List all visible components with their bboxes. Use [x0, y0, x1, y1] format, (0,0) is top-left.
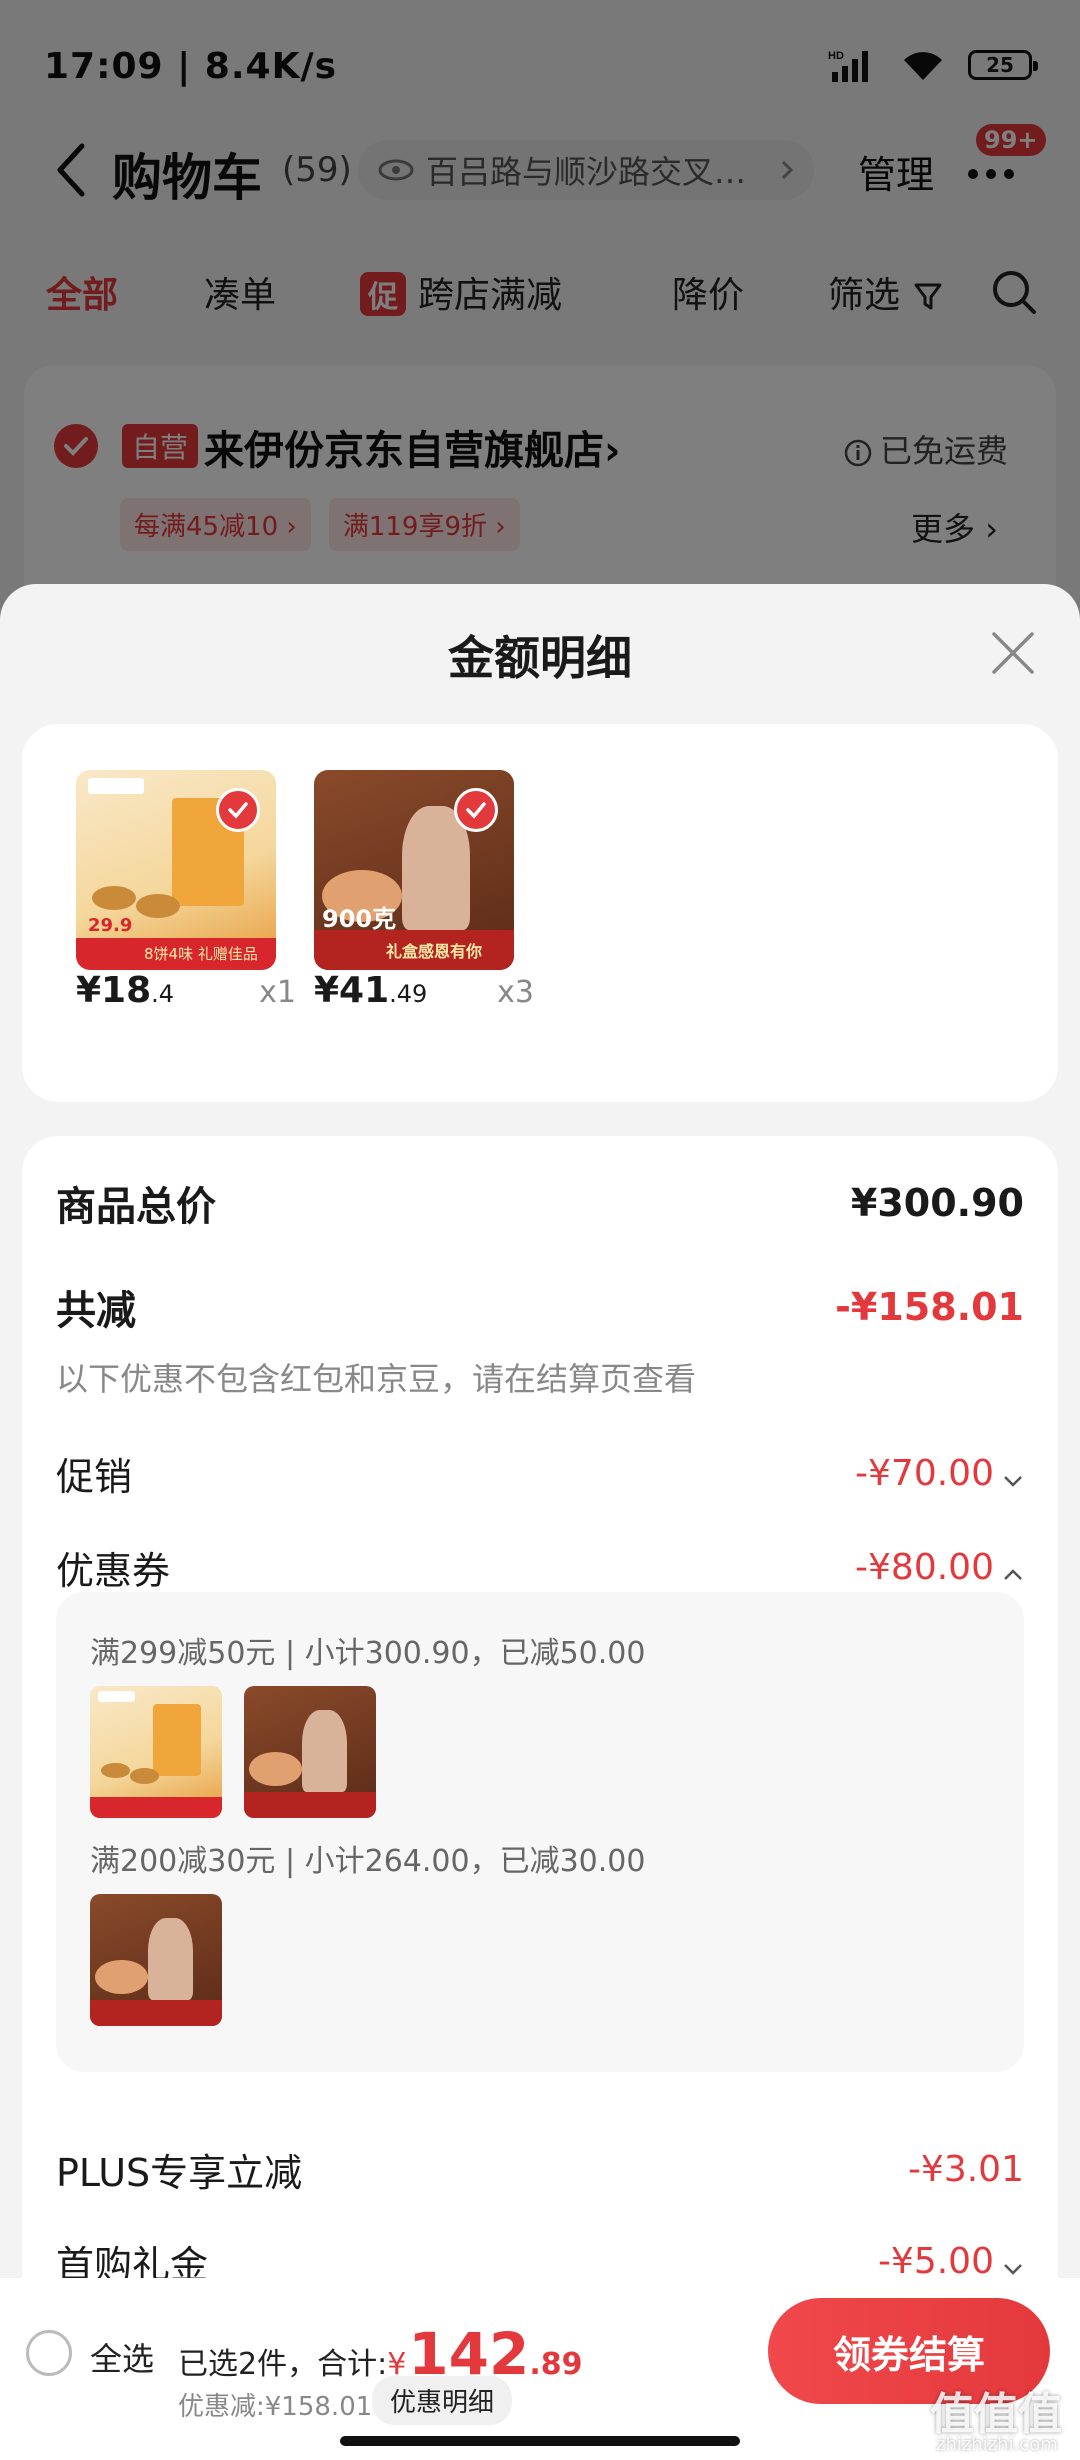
sheet-header: 金额明细 — [0, 584, 1080, 714]
product-thumbnail — [244, 1686, 376, 1818]
product-image: 29.9 8饼4味 礼赠佳品 — [76, 770, 276, 970]
coupon-detail-box: 满299减50元 | 小计300.90，已减50.00 满200减30元 | 小… — [56, 1592, 1024, 2072]
product-art-caption: 8饼4味 礼赠佳品 — [144, 945, 258, 963]
check-icon — [228, 802, 248, 819]
chevron-up-icon — [1004, 1568, 1022, 1580]
product-art-weight: 900克 — [322, 905, 397, 933]
coupon-product-thumbs — [90, 1894, 222, 2026]
promotion-label: 促销 — [56, 1455, 133, 1499]
total-price-value: ¥300.90 — [850, 1181, 1024, 1225]
coupon-row[interactable]: 优惠券 -¥80.00 — [56, 1540, 1024, 1595]
cart-page-background: 17:09 | 8.4K/s HD 25 购物车 (59) 百吕路与顺沙路交叉…… — [0, 0, 1080, 686]
product-item[interactable]: 900克 礼盒感恩有你 — [314, 770, 514, 970]
coupon-label: 优惠券 — [56, 1549, 171, 1593]
total-reduction-label: 共减 — [56, 1288, 136, 1334]
coupon-value: -¥80.00 — [855, 1547, 994, 1588]
coupon-value-group: -¥80.00 — [855, 1547, 1024, 1588]
promotion-row[interactable]: 促销 -¥70.00 — [56, 1446, 1024, 1501]
promotion-value-group: -¥70.00 — [855, 1453, 1024, 1494]
product-price: ¥41.49 — [314, 970, 428, 1011]
select-all-label[interactable]: 全选 — [90, 2334, 154, 2380]
product-thumbnail — [90, 1686, 222, 1818]
promotion-value: -¥70.00 — [855, 1453, 994, 1494]
product-image: 900克 礼盒感恩有你 — [314, 770, 514, 970]
coupon-detail-line: 满200减30元 | 小计264.00，已减30.00 — [90, 1844, 646, 1879]
product-thumbnail — [90, 1894, 222, 2026]
amount-detail-sheet: 金额明细 29.9 8饼4味 礼赠佳品 ¥18.4 x1 900克 礼盒感恩有你 — [0, 584, 1080, 2460]
product-checkbox[interactable] — [216, 788, 260, 832]
product-art-price: 29.9 — [88, 915, 133, 936]
total-amount-decimal: .89 — [529, 2347, 583, 2382]
checkout-bar: 全选 已选2件，合计: ¥142.89 优惠减:¥158.01 优惠明细 领券结算 — [0, 2278, 1080, 2460]
discount-summary: 优惠减:¥158.01 — [178, 2392, 373, 2422]
price-breakdown-card: 商品总价 ¥300.90 共减 -¥158.01 以下优惠不包含红包和京豆，请在… — [22, 1136, 1058, 2460]
watermark-url: zhizhizhi.com — [936, 2434, 1058, 2455]
discount-detail-button[interactable]: 优惠明细 — [372, 2376, 513, 2425]
product-checkbox[interactable] — [454, 788, 498, 832]
total-price-row: 商品总价 ¥300.90 — [56, 1174, 1024, 1232]
product-item[interactable]: 29.9 8饼4味 礼赠佳品 — [76, 770, 276, 970]
product-price: ¥18.4 — [76, 970, 175, 1011]
chevron-down-icon — [1004, 1475, 1022, 1487]
coupon-product-thumbs — [90, 1686, 376, 1818]
coupon-detail-line: 满299减50元 | 小计300.90，已减50.00 — [90, 1636, 646, 1671]
selected-products-card: 29.9 8饼4味 礼赠佳品 ¥18.4 x1 900克 礼盒感恩有你 ¥41.… — [22, 724, 1058, 1102]
selected-count-text: 已选2件，合计: — [178, 2347, 388, 2382]
product-price-row: ¥18.4 x1 — [76, 970, 296, 1011]
order-summary: 已选2件，合计: ¥142.89 — [178, 2320, 583, 2388]
product-quantity: x1 — [259, 975, 296, 1010]
reduction-note: 以下优惠不包含红包和京豆，请在结算页查看 — [56, 1360, 697, 1398]
modal-overlay[interactable] — [0, 0, 1080, 660]
product-price-row: ¥41.49 x3 — [314, 970, 534, 1011]
check-icon — [466, 802, 486, 819]
watermark-logo: 值值值 — [930, 2389, 1062, 2440]
chevron-down-icon — [1004, 2263, 1022, 2275]
product-quantity: x3 — [497, 975, 534, 1010]
first-purchase-value: -¥5.00 — [877, 2241, 994, 2282]
first-purchase-value-group: -¥5.00 — [878, 2241, 1024, 2282]
plus-discount-row: PLUS专享立减 -¥3.01 — [56, 2142, 1024, 2197]
close-icon[interactable] — [990, 630, 1036, 676]
plus-discount-value: -¥3.01 — [907, 2149, 1024, 2190]
sheet-title: 金额明细 — [448, 631, 632, 685]
total-reduction-row: 共减 -¥158.01 — [56, 1278, 1024, 1336]
plus-discount-label: PLUS专享立减 — [56, 2151, 303, 2195]
select-all-radio[interactable] — [26, 2330, 72, 2376]
home-indicator[interactable] — [340, 2436, 740, 2446]
total-reduction-value: -¥158.01 — [835, 1285, 1024, 1329]
product-art-caption: 礼盒感恩有你 — [386, 942, 483, 961]
total-price-label: 商品总价 — [56, 1184, 216, 1230]
